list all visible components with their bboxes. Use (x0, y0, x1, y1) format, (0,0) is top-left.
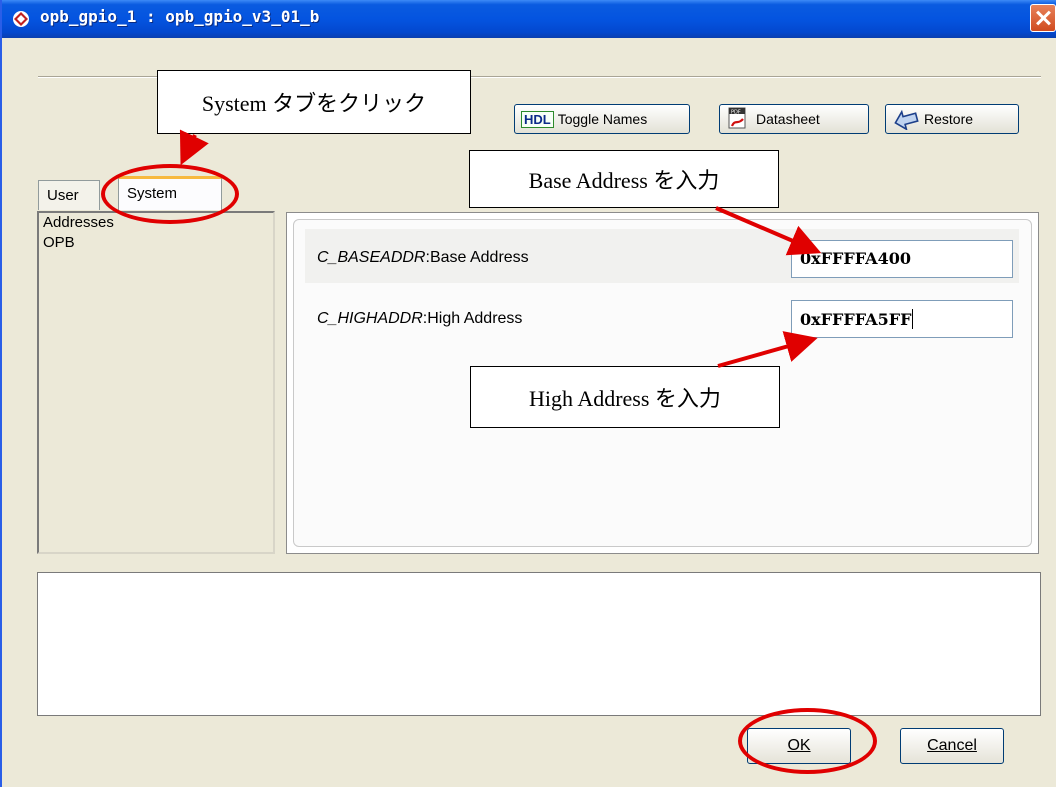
toggle-names-button[interactable]: HDL Toggle Names (514, 104, 690, 134)
base-address-label: C_BASEADDR:Base Address (317, 249, 529, 266)
cancel-button[interactable]: Cancel (900, 728, 1004, 764)
pdf-icon: PDF (728, 107, 746, 129)
cancel-label: Cancel (927, 737, 977, 754)
category-item-opb[interactable]: OPB (39, 233, 273, 253)
description-area (37, 572, 1041, 716)
app-icon (13, 11, 29, 27)
hdl-icon: HDL (521, 110, 554, 128)
arrow-system-tab (179, 129, 209, 166)
restore-icon (894, 109, 919, 130)
highlight-ring-ok-button (738, 708, 877, 774)
high-address-param-name: C_HIGHADDR (317, 310, 423, 327)
base-address-value: 0xFFFFA400 (800, 249, 911, 268)
window-title: opb_gpio_1 : opb_gpio_v3_01_b (40, 7, 320, 26)
annotation-high-address: High Address を入力 (470, 366, 780, 428)
restore-label: Restore (924, 111, 974, 127)
base-address-input[interactable]: 0xFFFFA400 (791, 240, 1013, 278)
highlight-ring-system-tab (101, 164, 239, 224)
toggle-names-label: Toggle Names (557, 111, 648, 127)
datasheet-label: Datasheet (756, 111, 820, 127)
base-address-param-name: C_BASEADDR (317, 249, 426, 266)
tab-user-label: User (47, 187, 79, 204)
high-address-input[interactable]: 0xFFFFA5FF (791, 300, 1013, 338)
title-bar[interactable]: opb_gpio_1 : opb_gpio_v3_01_b (2, 0, 1056, 38)
restore-button[interactable]: Restore (885, 104, 1019, 134)
annotation-base-address: Base Address を入力 (469, 150, 779, 208)
svg-text:PDF: PDF (731, 110, 741, 116)
text-caret (912, 309, 914, 329)
annotation-system-tab: System タブをクリック (157, 70, 471, 134)
high-address-param-desc: High Address (427, 310, 523, 327)
close-icon[interactable] (1030, 4, 1056, 32)
high-address-value: 0xFFFFA5FF (800, 310, 912, 329)
category-list: Addresses OPB (37, 211, 275, 554)
base-address-param-desc: Base Address (429, 249, 529, 266)
dialog-window: opb_gpio_1 : opb_gpio_v3_01_b HDL Toggle… (0, 0, 1056, 787)
high-address-label: C_HIGHADDR:High Address (317, 310, 523, 327)
tab-user[interactable]: User (38, 180, 100, 210)
datasheet-button[interactable]: PDF Datasheet (719, 104, 869, 134)
